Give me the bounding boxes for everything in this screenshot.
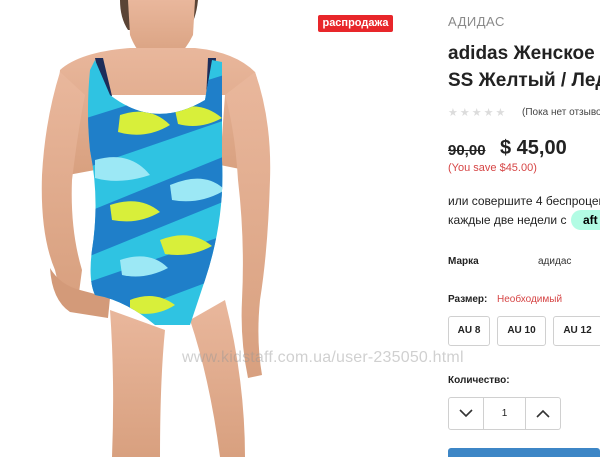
- rating-stars[interactable]: ★ ★ ★ ★ ★: [448, 106, 505, 119]
- size-option-au10[interactable]: AU 10: [497, 316, 546, 346]
- star-icon: ★: [459, 107, 470, 119]
- size-option-au8[interactable]: AU 8: [448, 316, 490, 346]
- star-icon: ★: [495, 107, 506, 119]
- product-title: adidas Женское SS Желтый / Лед: [448, 40, 600, 94]
- brand-name[interactable]: АДИДАС: [448, 14, 505, 29]
- product-image[interactable]: распродажа www.kidstaff.com.ua/user-2350…: [0, 0, 464, 457]
- brand-value: адидас: [538, 256, 572, 267]
- savings-text: (You save $45.00): [448, 162, 537, 174]
- swimsuit-illustration: [41, 0, 271, 457]
- brand-label: Марка: [448, 256, 479, 267]
- quantity-label: Количество:: [448, 375, 510, 386]
- quantity-decrease-button[interactable]: [449, 398, 483, 429]
- afterpay-logo[interactable]: aft: [571, 210, 600, 230]
- size-required: Необходимый: [497, 294, 563, 305]
- chevron-down-icon: [459, 409, 473, 418]
- star-icon: ★: [448, 107, 458, 119]
- sale-badge: распродажа: [318, 15, 393, 32]
- star-icon: ★: [471, 107, 482, 119]
- chevron-up-icon: [536, 409, 550, 418]
- quantity-increase-button[interactable]: [526, 398, 560, 429]
- old-price: 90,00: [448, 142, 486, 159]
- review-count[interactable]: (Пока нет отзывов): [522, 107, 600, 118]
- installments-text-line1: или совершите 4 беспроцентных: [448, 194, 600, 208]
- product-title-line2: SS Желтый / Лед: [448, 70, 600, 91]
- sale-price: $ 45,00: [500, 137, 567, 159]
- watermark: www.kidstaff.com.ua/user-235050.html: [182, 349, 464, 366]
- size-option-au12[interactable]: AU 12: [553, 316, 600, 346]
- size-label: Размер:: [448, 294, 488, 305]
- product-title-line1: adidas Женское: [448, 43, 595, 64]
- quantity-input[interactable]: 1: [483, 398, 526, 429]
- product-details: АДИДАС adidas Женское SS Желтый / Лед ★ …: [448, 0, 600, 457]
- installments-text-line2: каждые две недели с: [448, 213, 567, 227]
- add-to-cart-button[interactable]: [448, 448, 600, 457]
- star-icon: ★: [483, 107, 494, 119]
- quantity-stepper: 1: [448, 397, 561, 430]
